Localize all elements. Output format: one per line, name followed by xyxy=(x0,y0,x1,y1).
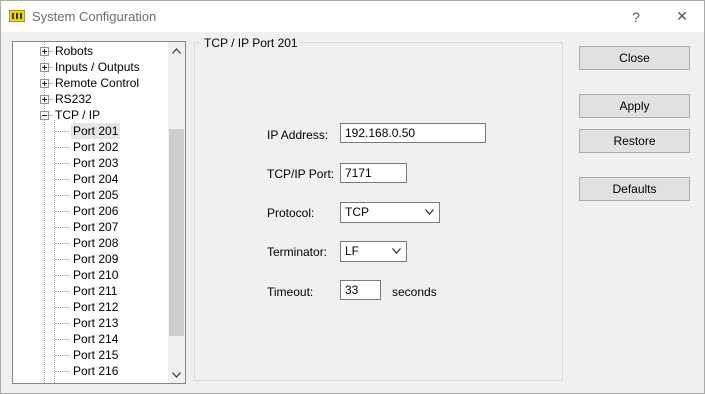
restore-button-label: Restore xyxy=(613,134,656,148)
tree-connector-line xyxy=(55,355,69,356)
tree-scrollbar[interactable] xyxy=(168,42,185,383)
tree-item-port[interactable]: Port 201 xyxy=(71,123,121,139)
scroll-up-icon[interactable] xyxy=(168,42,185,59)
tree-item-port[interactable]: Port 204 xyxy=(71,171,120,187)
defaults-button-label: Defaults xyxy=(612,182,657,196)
tree-connector-line xyxy=(55,211,69,212)
terminator-select[interactable]: LF xyxy=(340,241,407,262)
tree-item-port[interactable]: Port 216 xyxy=(71,363,120,379)
close-button-label: Close xyxy=(619,51,650,65)
tree-connector-line xyxy=(55,163,69,164)
terminator-label: Terminator: xyxy=(267,245,328,259)
tree-item-port[interactable]: Port 207 xyxy=(71,219,120,235)
defaults-button[interactable]: Defaults xyxy=(579,177,690,201)
tree-item-port[interactable]: Port 209 xyxy=(71,251,120,267)
expand-icon[interactable] xyxy=(40,79,49,88)
tree-item-port[interactable]: Port 213 xyxy=(71,315,120,331)
tcp-port-field[interactable]: 7171 xyxy=(340,163,407,183)
tree-connector-line xyxy=(55,147,69,148)
window-title: System Configuration xyxy=(32,9,157,24)
tree-item-port[interactable]: Port 211 xyxy=(71,283,119,299)
tree-item-port[interactable]: Port 212 xyxy=(71,299,120,315)
tree-connector-line xyxy=(55,307,69,308)
tree-connector-line xyxy=(55,339,69,340)
tree-connector-line xyxy=(44,42,45,383)
tree-item-port[interactable]: Port 210 xyxy=(71,267,120,283)
apply-button[interactable]: Apply xyxy=(579,94,690,118)
expand-icon[interactable] xyxy=(40,95,49,104)
title-bar[interactable]: System Configuration ? ✕ xyxy=(1,1,704,32)
scroll-down-icon[interactable] xyxy=(168,366,185,383)
close-icon: ✕ xyxy=(676,8,688,24)
timeout-field[interactable]: 33 xyxy=(340,280,381,300)
help-label: ? xyxy=(632,8,640,25)
tree-item-port[interactable]: Port 208 xyxy=(71,235,120,251)
tree-item-port[interactable]: Port 202 xyxy=(71,139,120,155)
tree-item-port[interactable]: Port 215 xyxy=(71,347,120,363)
ip-address-field[interactable]: 192.168.0.50 xyxy=(340,123,486,143)
settings-tree[interactable]: Robots Inputs / Outputs Remote Control RS23… xyxy=(12,41,186,384)
tree-content: Robots Inputs / Outputs Remote Control RS23… xyxy=(13,42,168,383)
timeout-unit: seconds xyxy=(392,285,437,299)
group-title: TCP / IP Port 201 xyxy=(201,36,301,50)
tree-connector-line xyxy=(55,275,69,276)
ip-address-label: IP Address: xyxy=(267,128,329,142)
tree-item-port[interactable]: Port 203 xyxy=(71,155,120,171)
tree-connector-line xyxy=(55,179,69,180)
help-button[interactable]: ? xyxy=(613,1,659,32)
tree-item-port[interactable]: Port 214 xyxy=(71,331,120,347)
apply-button-label: Apply xyxy=(619,99,650,113)
protocol-value: TCP xyxy=(345,205,369,219)
tree-item[interactable]: Robots xyxy=(53,43,95,59)
tree-connector-line xyxy=(55,291,69,292)
tree-item[interactable]: RS232 xyxy=(53,91,94,107)
tree-connector-line xyxy=(55,243,69,244)
collapse-icon[interactable] xyxy=(40,111,49,120)
tree-connector-line xyxy=(55,195,69,196)
protocol-label: Protocol: xyxy=(267,206,315,220)
chevron-down-icon xyxy=(392,248,401,254)
tree-item[interactable]: Inputs / Outputs xyxy=(53,59,142,75)
scrollbar-thumb[interactable] xyxy=(169,129,184,336)
tree-connector-line xyxy=(55,259,69,260)
tree-item[interactable]: Remote Control xyxy=(53,75,141,91)
close-button[interactable]: Close xyxy=(579,46,690,70)
tree-item-port[interactable]: Port 205 xyxy=(71,187,120,203)
close-window-button[interactable]: ✕ xyxy=(659,1,704,32)
tree-connector-line xyxy=(55,371,69,372)
tcp-port-label: TCP/IP Port: xyxy=(267,167,335,181)
expand-icon[interactable] xyxy=(40,47,49,56)
system-configuration-window: System Configuration ? ✕ Robots Inputs / … xyxy=(0,0,705,394)
tree-connector-line xyxy=(54,120,55,383)
tree-connector-line xyxy=(55,323,69,324)
tree-item-port[interactable]: Port 206 xyxy=(71,203,120,219)
timeout-label: Timeout: xyxy=(267,285,314,299)
tree-connector-line xyxy=(55,227,69,228)
protocol-select[interactable]: TCP xyxy=(340,202,440,223)
tree-connector-line xyxy=(55,131,69,132)
restore-button[interactable]: Restore xyxy=(579,129,690,153)
app-icon xyxy=(9,10,25,22)
expand-icon[interactable] xyxy=(40,63,49,72)
terminator-value: LF xyxy=(345,244,360,258)
chevron-down-icon xyxy=(425,209,434,215)
tree-item[interactable]: TCP / IP xyxy=(53,107,102,123)
